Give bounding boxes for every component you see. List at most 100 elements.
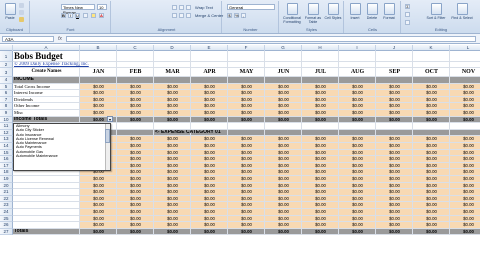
create-names-header[interactable]: Create Names	[14, 68, 79, 76]
income-value[interactable]: $0.00	[451, 110, 480, 116]
income-value[interactable]: $0.00	[414, 103, 449, 109]
expense-value[interactable]: $0.00	[414, 150, 449, 156]
month-header[interactable]: JAN	[81, 68, 116, 76]
row-header[interactable]: 20	[0, 182, 13, 190]
month-header[interactable]: MAR	[155, 68, 190, 76]
expense-value[interactable]: $0.00	[155, 202, 190, 208]
expense-value[interactable]: $0.00	[118, 202, 153, 208]
expense-value[interactable]: $0.00	[414, 202, 449, 208]
expense-value[interactable]: $0.00	[377, 136, 412, 142]
expense-value[interactable]: $0.00	[266, 163, 301, 169]
column-header[interactable]: J	[376, 45, 413, 51]
income-value[interactable]: $0.00	[192, 110, 227, 116]
income-value[interactable]: $0.00	[414, 84, 449, 90]
expense-value[interactable]: $0.00	[451, 209, 480, 215]
expense-total-value[interactable]: $0.00	[414, 229, 449, 235]
income-value[interactable]: $0.00	[229, 97, 264, 103]
wrap-text-button[interactable]: Wrap Text	[195, 5, 213, 10]
income-value[interactable]: $0.00	[377, 103, 412, 109]
format-as-table-button[interactable]: Format as Table	[303, 3, 323, 27]
income-value[interactable]: $0.00	[414, 90, 449, 96]
column-header[interactable]: I	[339, 45, 376, 51]
copyright-link[interactable]: © 2009 Daily Expense Tracking, Inc.	[14, 62, 153, 67]
expense-value[interactable]: $0.00	[340, 216, 375, 222]
income-total-value[interactable]: $0.00	[155, 117, 190, 123]
expense-value[interactable]: $0.00	[192, 202, 227, 208]
expense-value[interactable]: $0.00	[414, 176, 449, 182]
row-header[interactable]: 17	[0, 162, 13, 170]
expense-value[interactable]: $0.00	[192, 196, 227, 202]
row-header[interactable]: 3	[0, 68, 13, 77]
expense-value[interactable]: $0.00	[118, 196, 153, 202]
income-item-label[interactable]: Misc	[14, 110, 79, 116]
expense-value[interactable]: $0.00	[377, 176, 412, 182]
align-right-button[interactable]	[186, 13, 191, 18]
column-header[interactable]: G	[265, 45, 302, 51]
cut-button[interactable]	[19, 3, 25, 9]
copy-button[interactable]	[19, 10, 25, 16]
expense-category-label[interactable]: <- EXPENSE CATEGORY 01	[155, 130, 301, 136]
row-header[interactable]: 18	[0, 169, 13, 176]
fill-button[interactable]	[405, 12, 410, 17]
income-total-value[interactable]: $0.00	[118, 117, 153, 123]
formula-input[interactable]	[66, 36, 476, 42]
expense-value[interactable]: $0.00	[340, 156, 375, 162]
row-header[interactable]: 25	[0, 215, 13, 223]
column-header[interactable]: D	[154, 45, 191, 51]
expense-value[interactable]: $0.00	[414, 222, 449, 228]
income-value[interactable]: $0.00	[155, 103, 190, 109]
expense-value[interactable]: $0.00	[451, 156, 480, 162]
income-totals-label[interactable]: Income Totals	[14, 117, 79, 123]
expense-value[interactable]: $0.00	[340, 196, 375, 202]
expense-value[interactable]: $0.00	[377, 150, 412, 156]
expense-value[interactable]: $0.00	[414, 216, 449, 222]
expense-total-value[interactable]: $0.00	[451, 229, 480, 235]
expense-value[interactable]: $0.00	[192, 209, 227, 215]
income-value[interactable]: $0.00	[303, 90, 338, 96]
income-value[interactable]: $0.00	[266, 110, 301, 116]
format-button[interactable]: Format	[381, 3, 397, 27]
expense-value[interactable]: $0.00	[451, 163, 480, 169]
expense-value[interactable]: $0.00	[303, 189, 338, 195]
month-header[interactable]: AUG	[340, 68, 375, 76]
income-value[interactable]: $0.00	[303, 97, 338, 103]
income-value[interactable]: $0.00	[81, 110, 116, 116]
expense-value[interactable]: $0.00	[303, 163, 338, 169]
income-total-value[interactable]: $0.00	[414, 117, 449, 123]
expense-value[interactable]: $0.00	[377, 209, 412, 215]
expense-value[interactable]: $0.00	[118, 216, 153, 222]
expense-total-value[interactable]: $0.00	[192, 229, 227, 235]
row-header[interactable]: 10	[0, 116, 13, 124]
column-header[interactable]: K	[413, 45, 450, 51]
expense-value[interactable]: $0.00	[377, 196, 412, 202]
expense-value[interactable]: $0.00	[155, 156, 190, 162]
expense-value[interactable]: $0.00	[451, 216, 480, 222]
expense-value[interactable]: $0.00	[340, 209, 375, 215]
expense-value[interactable]: $0.00	[81, 176, 116, 182]
comma-button[interactable]: ,	[241, 13, 246, 18]
income-value[interactable]: $0.00	[303, 110, 338, 116]
find-select-button[interactable]: Find & Select	[450, 3, 474, 27]
expense-value[interactable]: $0.00	[414, 143, 449, 149]
font-size-select[interactable]: 10	[97, 4, 107, 10]
expense-value[interactable]: $0.00	[229, 183, 264, 189]
expense-value[interactable]: $0.00	[266, 222, 301, 228]
expense-value[interactable]: $0.00	[155, 209, 190, 215]
expense-totals-label[interactable]: Totals	[14, 229, 79, 235]
expense-value[interactable]: $0.00	[340, 163, 375, 169]
income-total-value[interactable]: $0.00	[192, 117, 227, 123]
expense-value[interactable]: $0.00	[155, 189, 190, 195]
expense-value[interactable]: $0.00	[266, 176, 301, 182]
expense-value[interactable]: $0.00	[229, 216, 264, 222]
month-header[interactable]: SEP	[377, 68, 412, 76]
income-value[interactable]: $0.00	[340, 103, 375, 109]
row-header[interactable]: 9	[0, 110, 13, 117]
expense-value[interactable]: $0.00	[155, 196, 190, 202]
expense-value[interactable]: $0.00	[266, 169, 301, 175]
expense-value[interactable]: $0.00	[229, 189, 264, 195]
income-value[interactable]: $0.00	[81, 90, 116, 96]
conditional-formatting-button[interactable]: Conditional Formatting	[282, 3, 302, 27]
expense-value[interactable]: $0.00	[155, 216, 190, 222]
expense-value[interactable]: $0.00	[340, 143, 375, 149]
expense-value[interactable]: $0.00	[192, 143, 227, 149]
